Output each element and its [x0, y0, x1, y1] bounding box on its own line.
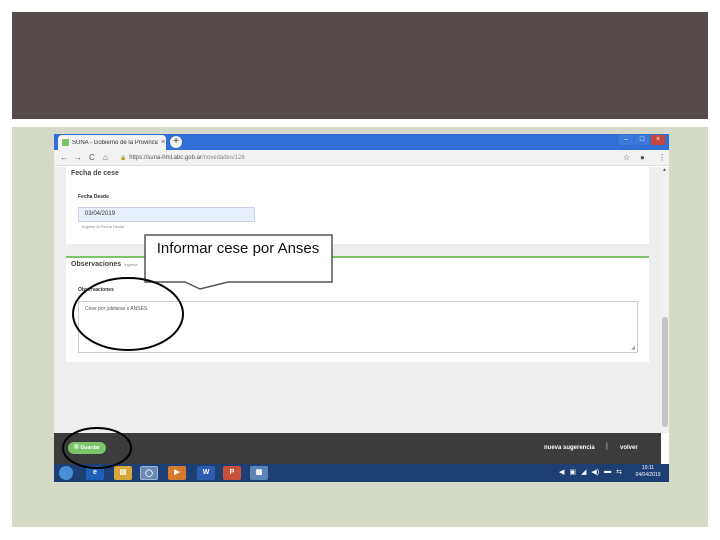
scroll-thumb[interactable]: [662, 317, 668, 427]
clock-time: 10:11: [641, 465, 655, 471]
tray-expand-icon[interactable]: ◀: [559, 468, 564, 476]
tab-bar: SUNA - Gobierno de la Provincia × + – □ …: [54, 134, 669, 150]
network-icon[interactable]: ◢: [581, 468, 586, 476]
word-icon[interactable]: W: [197, 466, 215, 480]
observaciones-value: Cese por jubilarse x ANSES: [85, 306, 148, 312]
powerpoint-icon[interactable]: P: [223, 466, 241, 480]
volver-link[interactable]: volver: [620, 445, 638, 451]
back-arrow-icon[interactable]: ←: [60, 153, 68, 162]
guardar-label: Guardar: [80, 445, 100, 451]
tab-title: SUNA - Gobierno de la Provincia: [72, 139, 158, 146]
url-path: /novedades/126: [201, 155, 245, 161]
file-explorer-icon[interactable]: ▤: [114, 466, 132, 480]
fecha-cese-card: Fecha de cese Fecha Desde 03/04/2019 Ing…: [66, 167, 649, 244]
callout-text: Informar cese por Anses: [156, 240, 320, 257]
taskbar-clock[interactable]: 10:11 04/04/2019: [630, 465, 666, 479]
os-taskbar: e ▤ ◯ ▶ W P ▦ ◀ ▣ ◢ ◀) ▬ ⇆ 10:11 04/04/2…: [54, 464, 669, 482]
observaciones-hint: Ingrese: [124, 262, 138, 267]
tray-app-icon[interactable]: ▣: [569, 468, 576, 476]
action-footer: 🖫 Guardar nueva sugerencia | volver: [54, 433, 661, 464]
footer-separator: |: [606, 443, 608, 450]
bookmark-star-icon[interactable]: ☆: [623, 153, 630, 162]
volume-icon[interactable]: ◀): [591, 468, 599, 476]
page-scrollbar[interactable]: ▲: [661, 167, 669, 433]
url-input[interactable]: 🔒 https://suna-hml.abc.gob.ar/novedades/…: [120, 153, 610, 163]
nueva-sugerencia-link[interactable]: nueva sugerencia: [544, 445, 595, 451]
url-host: https://suna-hml.abc.gob.ar: [129, 155, 202, 161]
page-content: Fecha de cese Fecha Desde 03/04/2019 Ing…: [54, 167, 661, 433]
section-title-fecha: Fecha de cese: [71, 170, 119, 177]
window-controls: – □ ×: [619, 135, 665, 145]
system-tray: ◀ ▣ ◢ ◀) ▬ ⇆: [559, 468, 622, 476]
ie-icon[interactable]: e: [86, 466, 104, 480]
maximize-button[interactable]: □: [635, 135, 649, 145]
reload-icon[interactable]: C: [89, 153, 95, 162]
title-band: [12, 12, 708, 119]
language-icon[interactable]: ⇆: [616, 468, 622, 476]
tab-suna[interactable]: SUNA - Gobierno de la Provincia ×: [58, 135, 166, 150]
account-icon[interactable]: ●: [640, 153, 645, 162]
observaciones-title-text: Observaciones: [71, 261, 122, 268]
resize-handle-icon[interactable]: ◢: [631, 345, 635, 351]
section-title-observaciones: Observaciones Ingrese: [71, 261, 138, 268]
close-tab-icon[interactable]: ×: [161, 139, 165, 146]
observaciones-textarea[interactable]: Cese por jubilarse x ANSES ◢: [78, 301, 638, 353]
minimize-button[interactable]: –: [619, 135, 633, 145]
windows-start-icon[interactable]: [59, 466, 73, 480]
address-bar: ← → C ⌂ 🔒 https://suna-hml.abc.gob.ar/no…: [54, 150, 669, 166]
browser-menu-icon[interactable]: ⋮: [658, 153, 666, 162]
new-tab-button[interactable]: +: [170, 136, 182, 148]
media-player-icon[interactable]: ▶: [168, 466, 186, 480]
clock-date: 04/04/2019: [635, 472, 661, 478]
fecha-desde-help: Ingrese la Fecha Desde: [82, 224, 125, 229]
browser-window: SUNA - Gobierno de la Provincia × + – □ …: [54, 134, 669, 482]
slide: SUNA - Gobierno de la Provincia × + – □ …: [0, 0, 720, 540]
window-app-icon[interactable]: ▦: [250, 466, 268, 480]
guardar-button[interactable]: 🖫 Guardar: [68, 442, 106, 454]
observaciones-label: Observaciones: [78, 287, 114, 293]
fecha-desde-label: Fecha Desde: [78, 194, 109, 200]
home-icon[interactable]: ⌂: [103, 153, 108, 162]
forward-arrow-icon[interactable]: →: [74, 153, 82, 162]
lock-icon: 🔒: [120, 155, 127, 161]
favicon-icon: [62, 139, 69, 146]
save-icon: 🖫: [74, 444, 79, 450]
fecha-desde-input[interactable]: 03/04/2019: [78, 207, 255, 222]
scroll-up-icon[interactable]: ▲: [662, 167, 667, 173]
close-window-button[interactable]: ×: [651, 135, 665, 145]
battery-icon[interactable]: ▬: [604, 468, 611, 476]
chrome-icon[interactable]: ◯: [140, 466, 158, 480]
